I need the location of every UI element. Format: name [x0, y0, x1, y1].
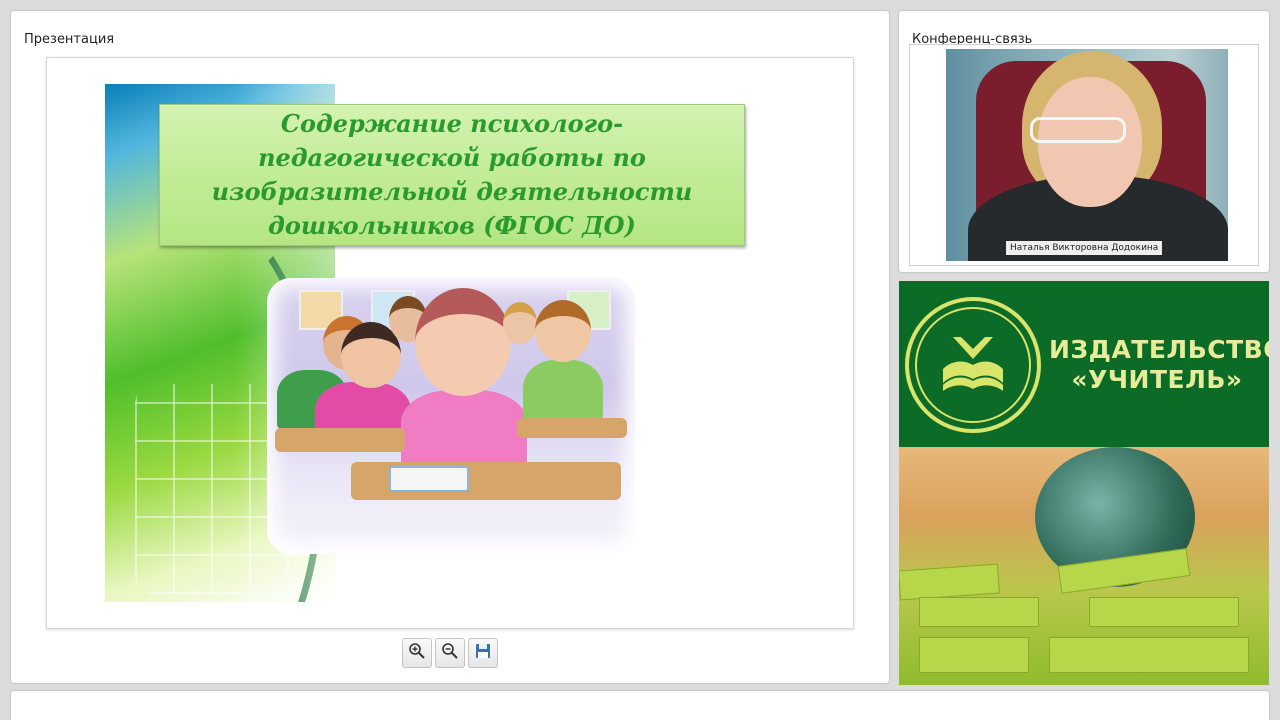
zoom-out-icon	[441, 642, 459, 665]
children-drawing-illustration	[267, 278, 635, 554]
zoom-out-button[interactable]	[435, 638, 465, 668]
slide-toolbar	[402, 638, 498, 668]
slide: Содержание психолого- педагогической раб…	[105, 84, 785, 602]
participant-glasses	[1030, 117, 1126, 143]
video-tile[interactable]: Наталья Викторовна Додокина	[909, 44, 1259, 266]
books-globe-image	[899, 447, 1269, 685]
presentation-panel: Презентация Содержание психолого- педаго…	[11, 11, 889, 683]
desk	[517, 418, 627, 438]
publisher-name-line: «УЧИТЕЛЬ»	[1071, 365, 1243, 394]
participant-name-label: Наталья Викторовна Додокина	[1006, 241, 1163, 255]
publisher-header: ИЗДАТЕЛЬСТВО «УЧИТЕЛЬ»	[899, 281, 1269, 447]
zoom-in-icon	[408, 642, 426, 665]
save-icon	[474, 642, 492, 665]
publisher-logo-ring	[915, 307, 1031, 423]
child-figure	[535, 300, 591, 362]
participant-video: Наталья Викторовна Додокина	[946, 49, 1228, 261]
child-figure	[415, 288, 511, 396]
child-figure	[503, 302, 537, 344]
slide-title-line: педагогической работы по	[258, 143, 646, 172]
save-button[interactable]	[468, 638, 498, 668]
publisher-name: ИЗДАТЕЛЬСТВО «УЧИТЕЛЬ»	[1049, 335, 1269, 395]
slide-viewer[interactable]: Содержание психолого- педагогической раб…	[46, 57, 854, 629]
slide-title-line: изобразительной деятельности	[211, 177, 693, 206]
book	[919, 597, 1039, 627]
book	[899, 563, 1000, 601]
presentation-panel-title: Презентация	[24, 32, 115, 47]
slide-title: Содержание психолого- педагогической раб…	[172, 107, 732, 243]
book	[1049, 637, 1249, 673]
desk	[275, 428, 405, 452]
book	[1089, 597, 1239, 627]
zoom-in-button[interactable]	[402, 638, 432, 668]
book-emblem-icon	[943, 337, 1003, 391]
book	[919, 637, 1029, 673]
paint-palette	[389, 466, 469, 492]
conference-panel: Конференц-связь Наталья Викторовна Додок…	[899, 11, 1269, 272]
child-figure	[401, 390, 527, 470]
bottom-panel	[11, 691, 1269, 720]
slide-title-line: дошкольников (ФГОС ДО)	[268, 211, 636, 240]
publisher-name-line: ИЗДАТЕЛЬСТВО	[1049, 335, 1269, 364]
slide-title-line: Содержание психолого-	[280, 109, 624, 138]
slide-title-box: Содержание психолого- педагогической раб…	[159, 104, 745, 246]
publisher-logo	[905, 297, 1041, 433]
publisher-banner: ИЗДАТЕЛЬСТВО «УЧИТЕЛЬ»	[899, 281, 1269, 685]
